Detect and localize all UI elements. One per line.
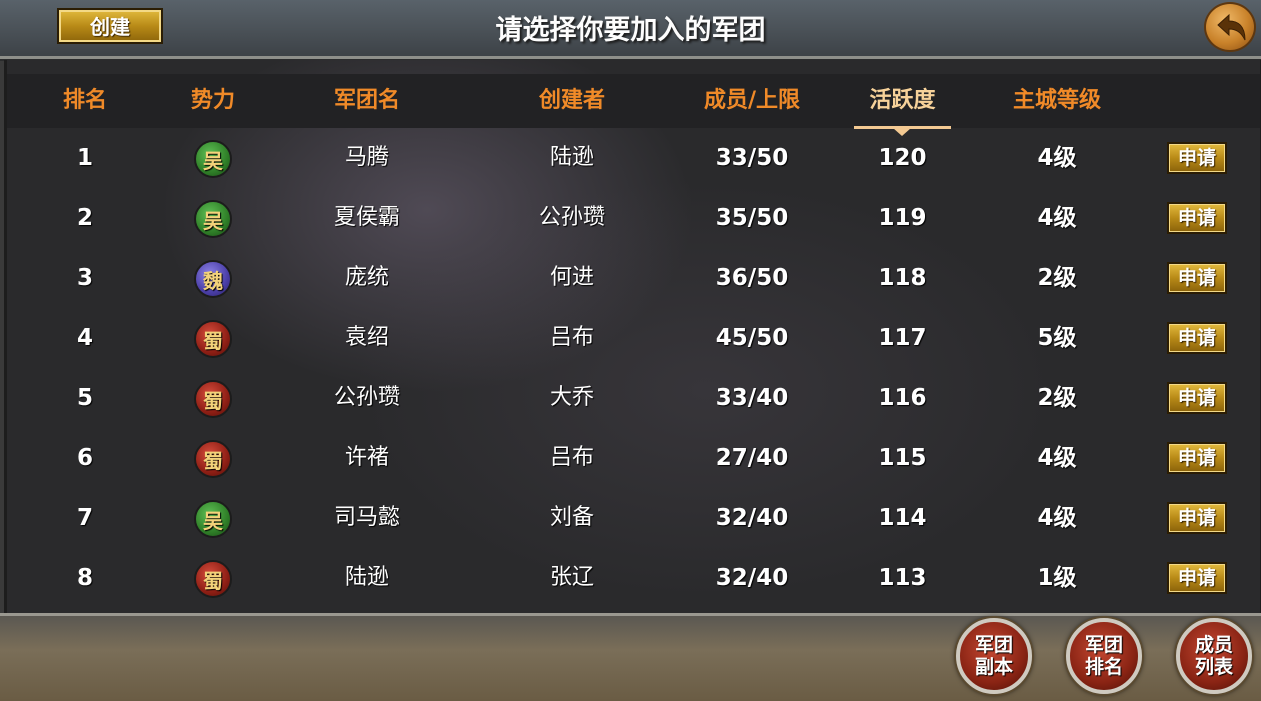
row-rank: 1 — [76, 145, 93, 171]
back-arrow-icon — [1217, 13, 1246, 41]
row-city-level: 1级 — [1037, 565, 1077, 591]
table-row: 6 许褚 吕布 27/40 115 4级 蜀 申请 — [7, 428, 1260, 488]
faction-badge-icon: 吴 — [194, 500, 232, 538]
row-legion-name: 司马懿 — [333, 505, 400, 530]
apply-button[interactable]: 申请 — [1167, 202, 1227, 234]
back-button[interactable] — [1204, 2, 1256, 52]
faction-badge-icon: 吴 — [194, 140, 232, 178]
row-creator: 吕布 — [549, 445, 594, 470]
row-activity: 116 — [878, 385, 927, 411]
header-city-level[interactable]: 主城等级 — [997, 74, 1117, 128]
row-activity: 117 — [878, 325, 927, 351]
row-city-level: 2级 — [1037, 385, 1077, 411]
top-bar: 创建 请选择你要加入的军团 — [0, 0, 1261, 59]
row-city-level: 2级 — [1037, 265, 1077, 291]
button-label-line1: 军团 — [1084, 634, 1123, 656]
row-members: 32/40 — [715, 565, 789, 591]
row-members: 45/50 — [715, 325, 789, 351]
apply-button[interactable]: 申请 — [1167, 442, 1227, 474]
legion-dungeon-button[interactable]: 军团 副本 — [956, 618, 1032, 694]
table-row: 1 马腾 陆逊 33/50 120 4级 吴 申请 — [7, 128, 1260, 188]
row-creator: 陆逊 — [549, 145, 594, 170]
row-city-level: 5级 — [1037, 325, 1077, 351]
table-row: 3 庞统 何进 36/50 118 2级 魏 申请 — [7, 248, 1260, 308]
row-rank: 6 — [76, 445, 93, 471]
row-rank: 7 — [76, 505, 93, 531]
table-header: 排名 势力 军团名 创建者 成员/上限 活跃度 主城等级 — [7, 74, 1260, 128]
legion-list-panel: 排名 势力 军团名 创建者 成员/上限 活跃度 主城等级 1 马腾 陆逊 33/50 1… — [4, 60, 1261, 613]
table-row: 4 袁绍 吕布 45/50 117 5级 蜀 申请 — [7, 308, 1260, 368]
row-activity: 120 — [878, 145, 927, 171]
row-rank: 8 — [76, 565, 93, 591]
row-city-level: 4级 — [1037, 205, 1077, 231]
row-members: 33/50 — [715, 145, 789, 171]
member-list-button[interactable]: 成员 列表 — [1176, 618, 1252, 694]
faction-badge-icon: 蜀 — [194, 560, 232, 598]
apply-button[interactable]: 申请 — [1167, 142, 1227, 174]
row-rank: 3 — [76, 265, 93, 291]
row-activity: 118 — [878, 265, 927, 291]
row-city-level: 4级 — [1037, 145, 1077, 171]
row-legion-name: 马腾 — [344, 145, 389, 170]
row-creator: 大乔 — [549, 385, 594, 410]
faction-badge-icon: 魏 — [194, 260, 232, 298]
header-name[interactable]: 军团名 — [307, 74, 427, 128]
row-activity: 113 — [878, 565, 927, 591]
row-creator: 张辽 — [549, 565, 594, 590]
apply-button[interactable]: 申请 — [1167, 502, 1227, 534]
faction-badge-icon: 吴 — [194, 200, 232, 238]
row-legion-name: 夏侯霸 — [333, 205, 400, 230]
row-members: 27/40 — [715, 445, 789, 471]
faction-badge-icon: 蜀 — [194, 440, 232, 478]
apply-button[interactable]: 申请 — [1167, 262, 1227, 294]
row-creator: 何进 — [549, 265, 594, 290]
faction-badge-icon: 蜀 — [194, 380, 232, 418]
row-members: 32/40 — [715, 505, 789, 531]
table-row: 5 公孙瓒 大乔 33/40 116 2级 蜀 申请 — [7, 368, 1260, 428]
apply-button[interactable]: 申请 — [1167, 322, 1227, 354]
row-legion-name: 陆逊 — [344, 565, 389, 590]
table-row: 7 司马懿 刘备 32/40 114 4级 吴 申请 — [7, 488, 1260, 548]
apply-button[interactable]: 申请 — [1167, 562, 1227, 594]
row-members: 35/50 — [715, 205, 789, 231]
page-title: 请选择你要加入的军团 — [495, 15, 766, 46]
header-creator[interactable]: 创建者 — [512, 74, 632, 128]
row-city-level: 4级 — [1037, 505, 1077, 531]
row-legion-name: 袁绍 — [344, 325, 389, 350]
row-creator: 吕布 — [549, 325, 594, 350]
header-rank[interactable]: 排名 — [45, 74, 125, 128]
row-rank: 4 — [76, 325, 93, 351]
header-faction[interactable]: 势力 — [173, 74, 253, 128]
row-members: 33/40 — [715, 385, 789, 411]
row-activity: 114 — [878, 505, 927, 531]
row-creator: 公孙瓒 — [538, 205, 605, 230]
row-rank: 2 — [76, 205, 93, 231]
header-activity[interactable]: 活跃度 — [854, 74, 951, 128]
row-activity: 115 — [878, 445, 927, 471]
row-legion-name: 公孙瓒 — [333, 385, 400, 410]
button-label-line2: 排名 — [1084, 656, 1123, 678]
legion-ranking-button[interactable]: 军团 排名 — [1066, 618, 1142, 694]
faction-badge-icon: 蜀 — [194, 320, 232, 358]
apply-button[interactable]: 申请 — [1167, 382, 1227, 414]
button-label-line2: 副本 — [974, 656, 1013, 678]
button-label-line2: 列表 — [1194, 656, 1233, 678]
button-label-line1: 成员 — [1194, 634, 1233, 656]
row-city-level: 4级 — [1037, 445, 1077, 471]
button-label-line1: 军团 — [974, 634, 1013, 656]
row-legion-name: 庞统 — [344, 265, 389, 290]
row-legion-name: 许褚 — [344, 445, 389, 470]
row-members: 36/50 — [715, 265, 789, 291]
row-rank: 5 — [76, 385, 93, 411]
table-row: 8 陆逊 张辽 32/40 113 1级 蜀 申请 — [7, 548, 1260, 608]
table-row: 2 夏侯霸 公孙瓒 35/50 119 4级 吴 申请 — [7, 188, 1260, 248]
header-members[interactable]: 成员/上限 — [687, 74, 817, 128]
row-activity: 119 — [878, 205, 927, 231]
row-creator: 刘备 — [549, 505, 594, 530]
